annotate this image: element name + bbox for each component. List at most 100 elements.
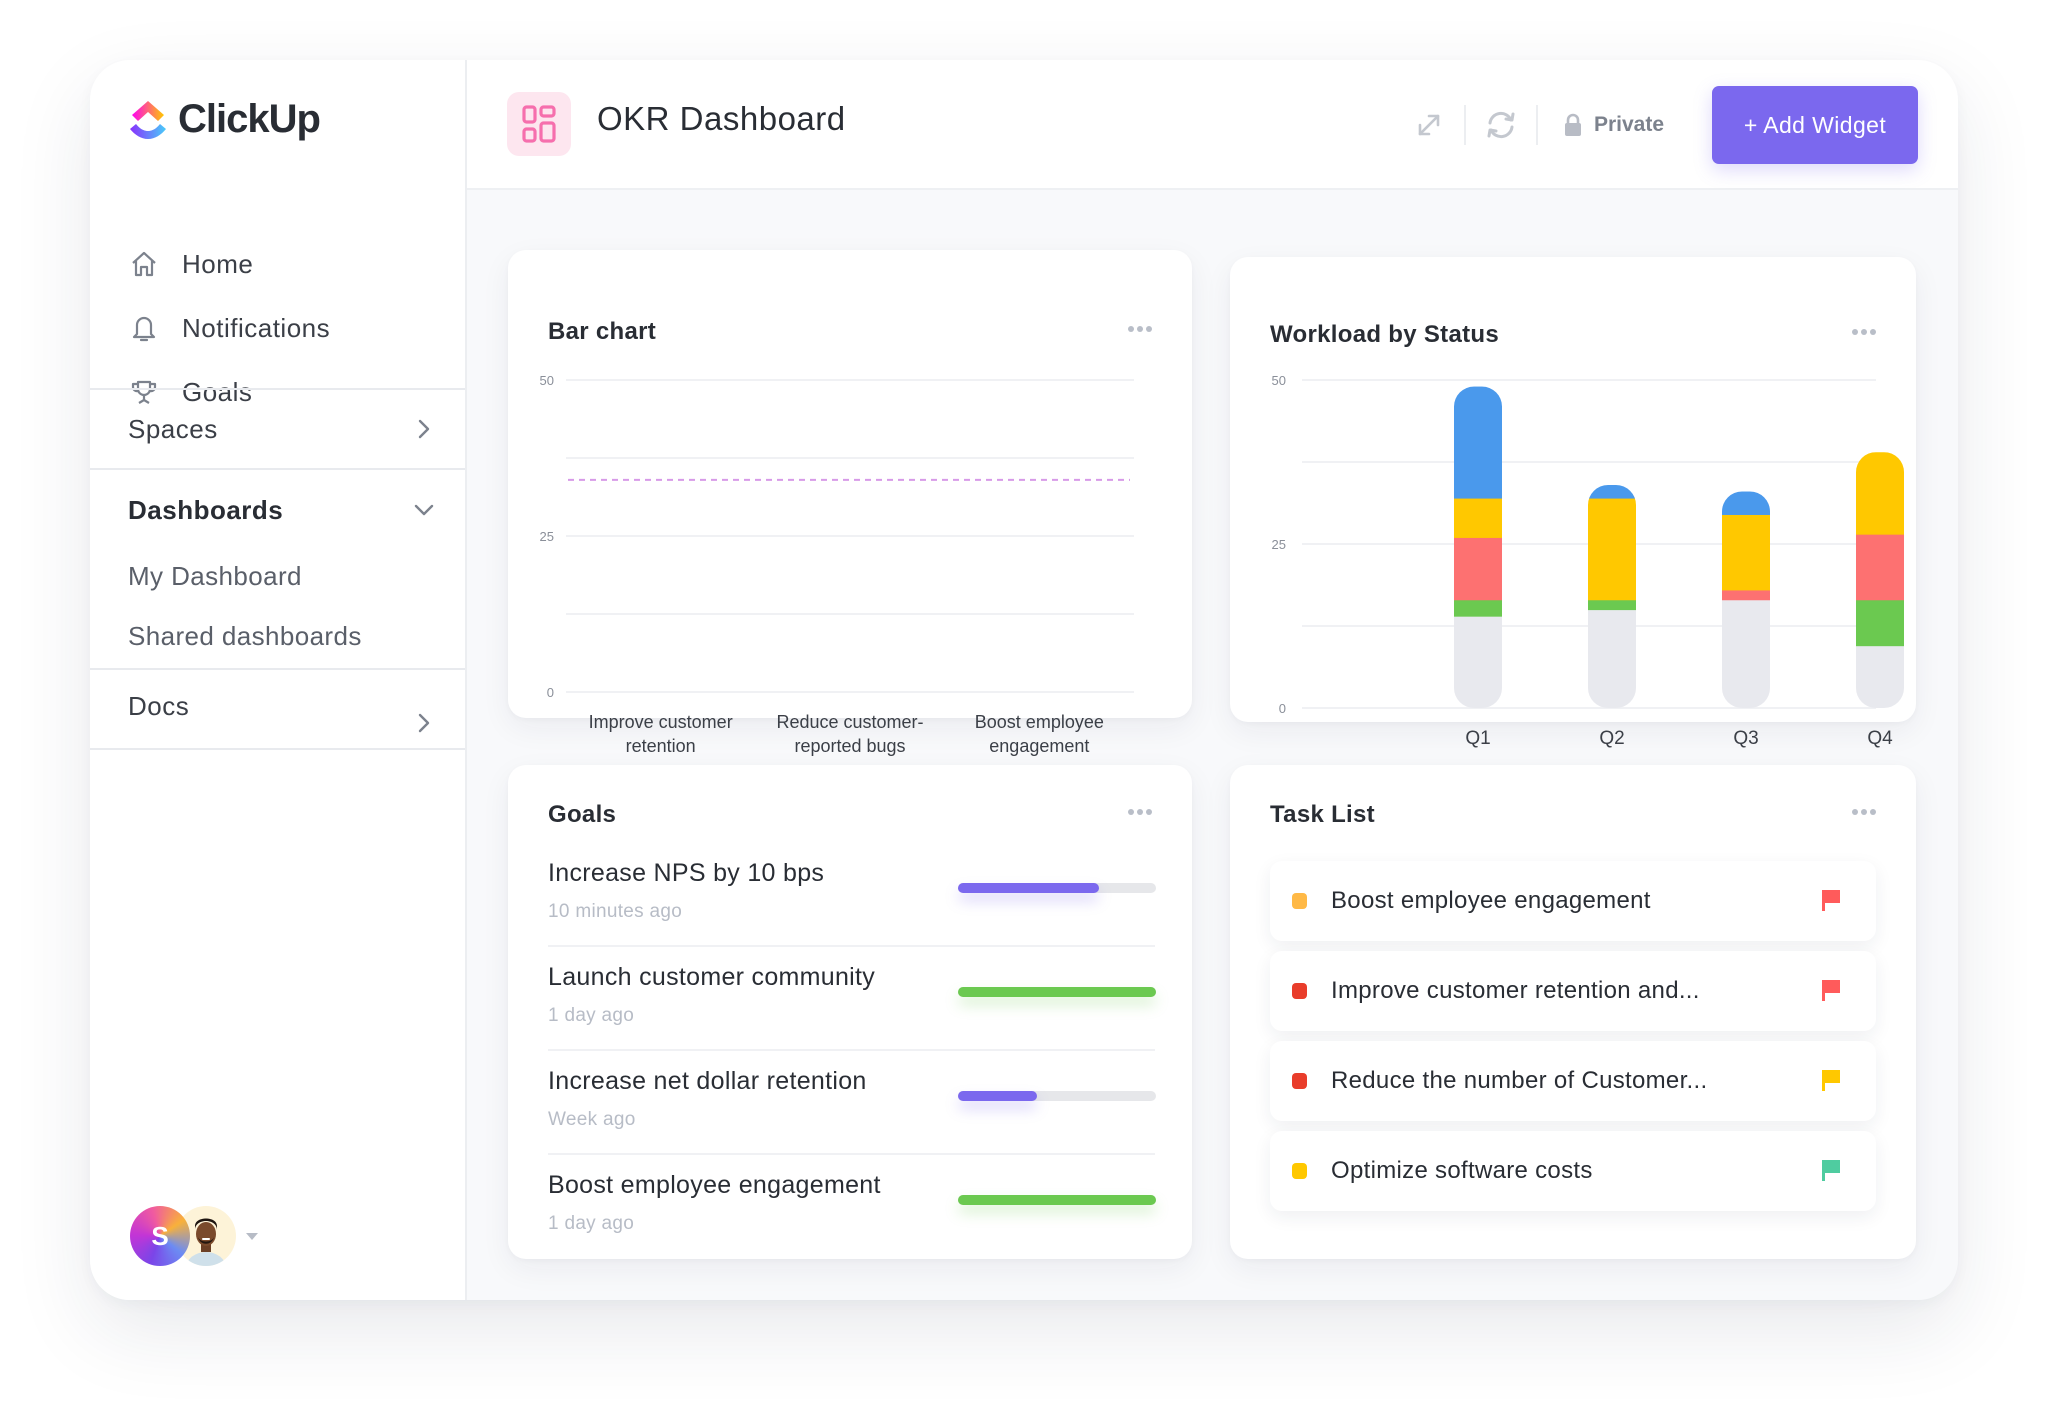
bar-chart-widget: Bar chart 0 25 50 Improve customer retention… [508, 250, 1192, 756]
goal-name: Increase NPS by 10 bps [548, 859, 825, 887]
header-actions: Private + Add Widget [1404, 86, 1918, 164]
goal-progress-fill [958, 987, 1156, 997]
more-dot [1146, 809, 1152, 815]
stacked-bar-q1[interactable] [1454, 386, 1502, 709]
goal-updated-time: 10 minutes ago [548, 901, 683, 922]
x-tick-label: Boost employee [975, 712, 1104, 732]
y-tick-label: 0 [547, 685, 554, 700]
spaces-label: Spaces [128, 413, 218, 444]
status-indicator [1292, 893, 1307, 909]
bar-segment-blue [1588, 484, 1636, 499]
divider [1463, 105, 1466, 145]
priority-flag-icon[interactable] [1820, 1158, 1842, 1182]
spaces-toggle[interactable]: Spaces [90, 390, 465, 468]
bar-segment-red [1856, 534, 1904, 601]
goal-item[interactable]: Increase net dollar retention Week ago [548, 1051, 1156, 1155]
dashboards-toggle[interactable]: Dashboards [90, 470, 465, 546]
more-dot [1870, 809, 1876, 815]
y-tick-label: 50 [540, 373, 554, 388]
bar-segment-blue [1454, 386, 1502, 499]
widget-title: Goals [548, 801, 617, 828]
more-dot [1128, 809, 1134, 815]
priority-flag-icon[interactable] [1820, 1068, 1842, 1092]
bell-icon [128, 312, 160, 344]
expand-icon [1418, 114, 1440, 136]
sidebar-item-label: Notifications [182, 312, 331, 343]
goal-progress-bar [958, 1195, 1156, 1205]
docs-toggle[interactable]: Docs [90, 670, 465, 750]
sidebar-item-shared-dashboards[interactable]: Shared dashboards [90, 606, 465, 666]
sidebar-item-notifications[interactable]: Notifications [128, 296, 330, 360]
goal-updated-time: Week ago [548, 1109, 636, 1130]
bar-segment-yellow [1588, 498, 1636, 601]
sidebar-section-spaces: Spaces [90, 388, 465, 468]
task-item[interactable]: Reduce the number of Customer... [1270, 1041, 1876, 1121]
sidebar-item-home[interactable]: Home [128, 232, 330, 296]
goals-widget: Goals Increase NPS by 10 bps 10 minutes a… [508, 765, 1192, 1259]
goal-item[interactable]: Increase NPS by 10 bps 10 minutes ago [548, 843, 1156, 947]
docs-label: Docs [128, 690, 190, 721]
goal-item[interactable]: Boost employee engagement 1 day ago [548, 1155, 1156, 1259]
bar-segment-yellow [1454, 498, 1502, 538]
dashboard-icon [507, 92, 571, 156]
x-tick-label: retention [626, 736, 696, 756]
privacy-toggle[interactable]: Private [1564, 113, 1664, 137]
task-name: Improve customer retention and... [1331, 977, 1700, 1004]
goal-progress-fill [958, 1195, 1156, 1205]
bar-segment-green [1454, 599, 1502, 617]
x-tick-label: Reduce customer- [776, 712, 923, 732]
bar-segment-red [1722, 589, 1770, 601]
widget-menu-button[interactable] [1846, 803, 1882, 821]
widget-menu-button[interactable] [1122, 803, 1158, 821]
task-name: Boost employee engagement [1331, 887, 1651, 914]
refresh-button[interactable] [1476, 100, 1526, 150]
goal-item[interactable]: Launch customer community 1 day ago [548, 947, 1156, 1051]
workload-chart-plot: 0 25 50 Q1 Q2 Q3 Q4 [1272, 373, 1904, 749]
task-list-widget: Task List Boost employee engagement Impro… [1230, 765, 1916, 1259]
lock-icon [1564, 113, 1581, 136]
chevron-right-icon [413, 712, 435, 734]
goal-name: Launch customer community [548, 963, 876, 991]
goal-updated-time: 1 day ago [548, 1213, 635, 1234]
goal-progress-fill [958, 883, 1099, 893]
add-widget-button[interactable]: + Add Widget [1712, 86, 1918, 164]
goal-progress-bar [958, 1091, 1156, 1101]
stacked-bar-q4[interactable] [1856, 452, 1904, 708]
bar-segment-gray [1722, 599, 1770, 708]
bar-segment-gray [1454, 616, 1502, 708]
priority-flag-icon[interactable] [1820, 978, 1842, 1002]
clickup-logo[interactable]: ClickUp [128, 96, 321, 142]
task-item[interactable]: Boost employee engagement [1270, 861, 1876, 941]
bar-segment-gray [1856, 645, 1904, 708]
x-tick-label: reported bugs [794, 736, 905, 756]
bar-segment-blue [1722, 491, 1770, 515]
widget-title: Task List [1270, 801, 1375, 828]
header: OKR Dashboard Private + Add Widget [467, 60, 1958, 190]
more-dot [1137, 809, 1143, 815]
goal-updated-time: 1 day ago [548, 1005, 635, 1026]
task-item[interactable]: Optimize software costs [1270, 1131, 1876, 1211]
stacked-bar-q3[interactable] [1722, 491, 1770, 709]
priority-flag-icon[interactable] [1820, 888, 1842, 912]
user-menu[interactable]: S [130, 1206, 258, 1266]
task-name: Optimize software costs [1331, 1157, 1593, 1184]
goal-progress-fill [958, 1091, 1038, 1101]
x-tick-label: Q3 [1733, 728, 1758, 749]
status-indicator [1292, 983, 1307, 999]
sidebar-item-my-dashboard[interactable]: My Dashboard [90, 546, 465, 606]
clickup-logo-icon [130, 101, 166, 139]
more-dot [1852, 809, 1858, 815]
x-tick-label: Q4 [1867, 728, 1893, 749]
goal-progress-bar [958, 987, 1156, 997]
home-icon [128, 248, 160, 280]
brand-name: ClickUp [178, 96, 321, 141]
expand-button[interactable] [1404, 100, 1454, 150]
workload-by-status-widget: Workload by Status 0 25 50 Q1 Q2 Q3 Q4 [1230, 257, 1916, 749]
task-name: Reduce the number of Customer... [1331, 1067, 1708, 1094]
task-item[interactable]: Improve customer retention and... [1270, 951, 1876, 1031]
app-window: ClickUp Home Notifications Goals Spaces … [90, 60, 1958, 1300]
divider [1535, 105, 1538, 145]
stacked-bar-q2[interactable] [1588, 484, 1636, 709]
goal-name: Increase net dollar retention [548, 1067, 867, 1095]
goal-name: Boost employee engagement [548, 1171, 881, 1199]
